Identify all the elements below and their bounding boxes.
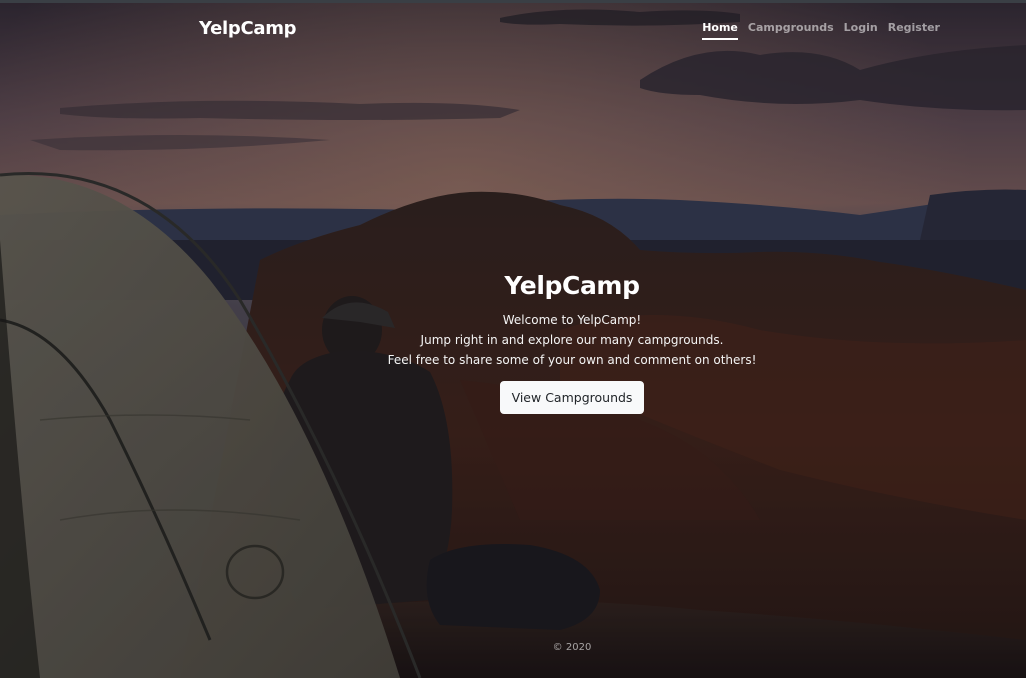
- hero-explore-text: Jump right in and explore our many campg…: [420, 333, 724, 347]
- browser-top-strip: [0, 0, 1026, 3]
- nav-link-register[interactable]: Register: [883, 21, 945, 40]
- nav-links: Home Campgrounds Login Register: [702, 21, 945, 40]
- hero-title: YelpCamp: [504, 271, 640, 300]
- hero-section: YelpCamp Welcome to YelpCamp! Jump right…: [0, 271, 1026, 414]
- footer-copyright: © 2020: [552, 642, 592, 653]
- nav-link-campgrounds[interactable]: Campgrounds: [743, 21, 839, 40]
- brand-logo[interactable]: YelpCamp: [199, 18, 297, 39]
- view-campgrounds-button[interactable]: View Campgrounds: [499, 381, 645, 414]
- hero-welcome-text: Welcome to YelpCamp!: [502, 313, 642, 327]
- nav-link-login[interactable]: Login: [839, 21, 883, 40]
- hero-share-text: Feel free to share some of your own and …: [387, 353, 757, 367]
- nav-link-home[interactable]: Home: [702, 21, 738, 40]
- navbar: YelpCamp Home Campgrounds Login Register: [0, 0, 1026, 60]
- page: YelpCamp Home Campgrounds Login Register…: [0, 0, 1026, 678]
